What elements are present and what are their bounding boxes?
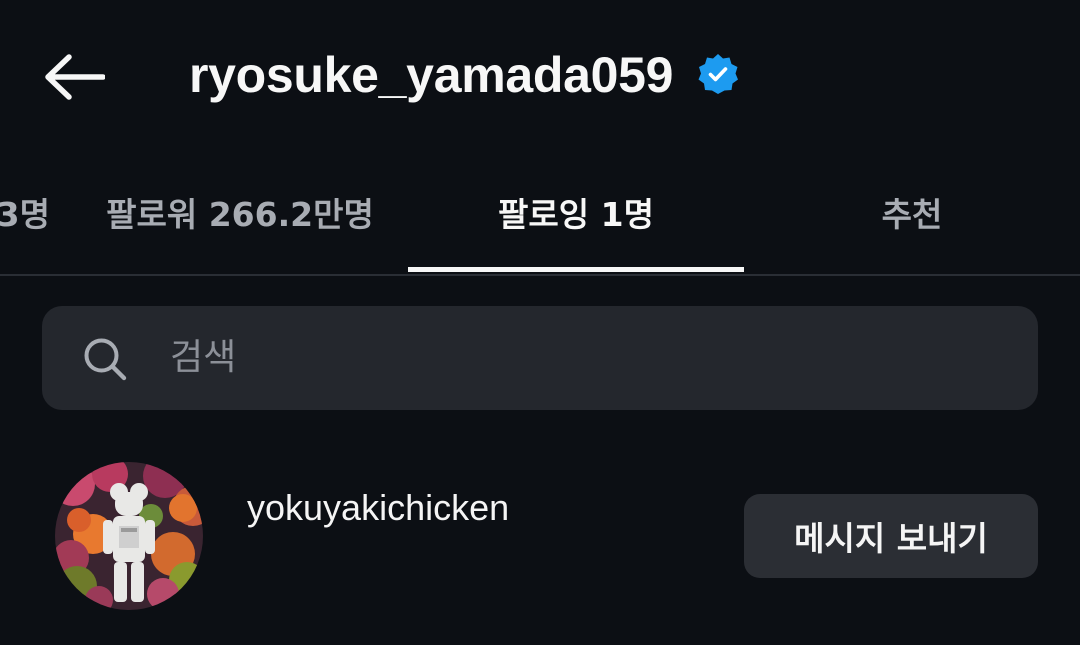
- tab-suggested-label: 추천: [881, 195, 943, 234]
- tab-followers-label: 팔로워 266.2만명: [106, 195, 374, 234]
- search-icon: [84, 338, 127, 381]
- tab-mutual-label: 3명: [0, 195, 50, 234]
- tab-bar: 3명 팔로워 266.2만명 팔로잉 1명 추천: [0, 170, 1080, 276]
- profile-username-title: ryosuke_yamada059: [189, 47, 674, 103]
- back-button[interactable]: [34, 44, 114, 110]
- following-screen: ryosuke_yamada059 3명 팔로워 266.2만명 팔로잉 1명 …: [0, 0, 1080, 645]
- send-message-button[interactable]: 메시지 보내기: [744, 494, 1038, 578]
- verified-badge-icon: [698, 54, 738, 94]
- tab-following[interactable]: 팔로잉 1명: [408, 170, 744, 274]
- arrow-left-icon: [45, 54, 105, 100]
- tab-mutual[interactable]: 3명: [0, 170, 50, 274]
- search-placeholder: 검색: [170, 337, 237, 378]
- active-tab-indicator: [408, 267, 744, 272]
- avatar[interactable]: [55, 462, 203, 610]
- tab-following-label: 팔로잉 1명: [498, 195, 654, 234]
- list-item[interactable]: yokuyakichicken 메시지 보내기: [0, 440, 1080, 630]
- tabs-divider: [0, 274, 1080, 276]
- header: ryosuke_yamada059: [0, 0, 1080, 150]
- avatar-image: [55, 462, 203, 610]
- list-item-username[interactable]: yokuyakichicken: [247, 484, 509, 532]
- tab-followers[interactable]: 팔로워 266.2만명: [80, 170, 400, 274]
- tab-suggested[interactable]: 추천: [744, 170, 1080, 274]
- send-message-label: 메시지 보내기: [794, 519, 988, 558]
- search-input[interactable]: 검색: [42, 306, 1038, 410]
